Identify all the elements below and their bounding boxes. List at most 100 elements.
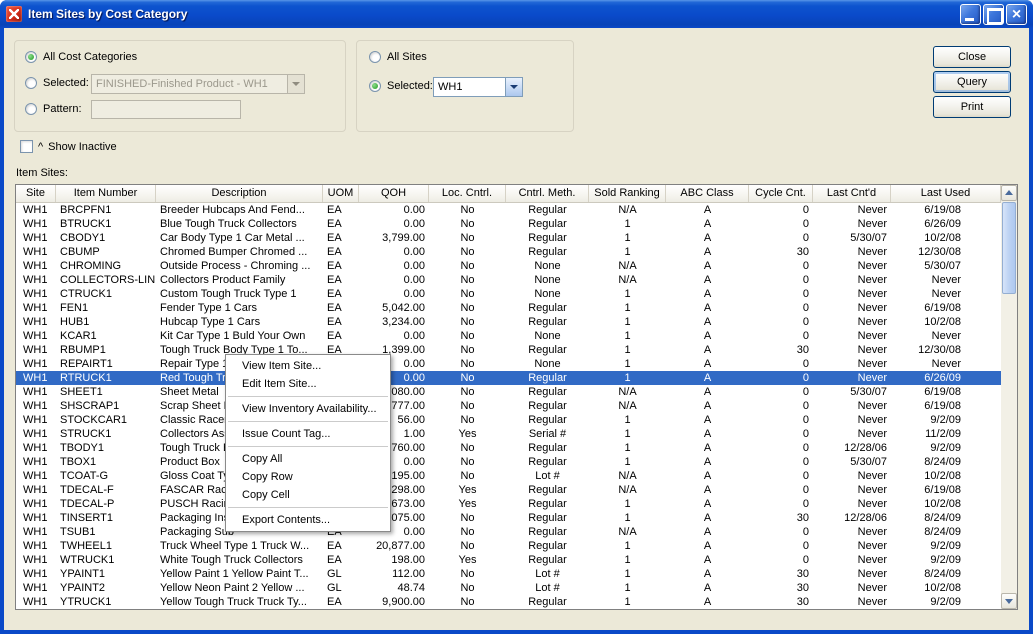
table-row[interactable]: WH1 YTRUCK1 Yellow Tough Truck Truck Ty.… <box>16 595 1001 609</box>
column-header[interactable]: Description <box>156 185 323 202</box>
scrollbar-thumb[interactable] <box>1002 202 1016 294</box>
maximize-icon[interactable] <box>983 4 1004 25</box>
table-row[interactable]: WH1 TDECAL-P PUSCH Racing Decals EA 7,67… <box>16 497 1001 511</box>
table-row[interactable]: WH1 TBOX1 Product Box EA 0.00 No Regular… <box>16 455 1001 469</box>
table-row[interactable]: WH1 STOCKCAR1 Classic Racer EA 56.00 No … <box>16 413 1001 427</box>
column-header[interactable]: Cntrl. Meth. <box>506 185 589 202</box>
column-header[interactable]: Last Used <box>891 185 1001 202</box>
cell-last-cntd: Never <box>813 399 891 413</box>
site-select[interactable]: WH1 <box>433 77 523 97</box>
radio-all-sites[interactable]: All Sites <box>369 51 427 63</box>
table-row[interactable]: WH1 SHEET1 Sheet Metal EA 1,080.00 No Re… <box>16 385 1001 399</box>
table-row[interactable]: WH1 TINSERT1 Packaging Insert EA 10,075.… <box>16 511 1001 525</box>
table-row[interactable]: WH1 RBUMP1 Tough Truck Body Type 1 To...… <box>16 343 1001 357</box>
table-row[interactable]: WH1 TWHEEL1 Truck Wheel Type 1 Truck W..… <box>16 539 1001 553</box>
cell-abc-class: A <box>666 553 749 567</box>
column-header[interactable]: Cycle Cnt. <box>749 185 813 202</box>
cell-cntrl-meth: Regular <box>506 455 589 469</box>
column-header[interactable]: QOH <box>359 185 429 202</box>
cell-sold-ranking: N/A <box>589 259 666 273</box>
table-row[interactable]: WH1 YPAINT1 Yellow Paint 1 Yellow Paint … <box>16 567 1001 581</box>
table-row[interactable]: WH1 TCOAT-G Gloss Coat Type 1 EA 195.00 … <box>16 469 1001 483</box>
context-menu-item[interactable]: View Item Site... <box>226 357 390 375</box>
cell-loc-cntrl: Yes <box>429 553 506 567</box>
table-row[interactable]: WH1 COLLECTORS-LINE Collectors Product F… <box>16 273 1001 287</box>
table-row[interactable]: WH1 TBODY1 Tough Truck Body Type 1 EA 7,… <box>16 441 1001 455</box>
print-button[interactable]: Print <box>933 96 1011 118</box>
column-header[interactable]: Item Number <box>56 185 156 202</box>
radio-all-cost-categories[interactable]: All Cost Categories <box>25 51 137 63</box>
radio-icon[interactable] <box>369 80 381 92</box>
column-header[interactable]: Last Cnt'd <box>813 185 891 202</box>
scroll-up-icon[interactable] <box>1001 185 1017 201</box>
cell-sold-ranking: 1 <box>589 301 666 315</box>
column-header[interactable]: UOM <box>323 185 359 202</box>
scroll-down-icon[interactable] <box>1001 593 1017 609</box>
close-icon[interactable] <box>1006 4 1027 25</box>
cell-abc-class: A <box>666 497 749 511</box>
query-button[interactable]: Query <box>933 71 1011 93</box>
pattern-label: Pattern: <box>43 103 82 115</box>
table-row[interactable]: WH1 BTRUCK1 Blue Tough Truck Collectors … <box>16 217 1001 231</box>
radio-cost-category-pattern[interactable]: Pattern: <box>25 103 82 115</box>
close-button[interactable]: Close <box>933 46 1011 68</box>
table-row[interactable]: WH1 BRCPFN1 Breeder Hubcaps And Fend... … <box>16 203 1001 217</box>
table-row[interactable]: WH1 CHROMING Outside Process - Chroming … <box>16 259 1001 273</box>
context-menu-item[interactable]: Copy Cell <box>226 486 390 504</box>
cell-last-used: 8/24/09 <box>891 525 1001 539</box>
cell-sold-ranking: 1 <box>589 231 666 245</box>
cell-sold-ranking: N/A <box>589 399 666 413</box>
cell-abc-class: A <box>666 259 749 273</box>
column-header[interactable]: Site <box>16 185 56 202</box>
cell-site: WH1 <box>16 217 56 231</box>
radio-icon[interactable] <box>25 51 37 63</box>
table-row[interactable]: WH1 HUB1 Hubcap Type 1 Cars EA 3,234.00 … <box>16 315 1001 329</box>
table-row[interactable]: WH1 FEN1 Fender Type 1 Cars EA 5,042.00 … <box>16 301 1001 315</box>
cell-qoh: 0.00 <box>359 273 429 287</box>
table-row[interactable]: WH1 CBUMP Chromed Bumper Chromed ... EA … <box>16 245 1001 259</box>
cell-site: WH1 <box>16 231 56 245</box>
table-row[interactable]: WH1 KCAR1 Kit Car Type 1 Buld Your Own E… <box>16 329 1001 343</box>
cell-abc-class: A <box>666 511 749 525</box>
radio-sites-selected[interactable]: Selected: <box>369 80 433 92</box>
cell-uom: EA <box>323 287 359 301</box>
context-menu-item[interactable]: Edit Item Site... <box>226 375 390 393</box>
table-row[interactable]: WH1 TSUB1 Packaging Sub EA 0.00 No Regul… <box>16 525 1001 539</box>
cell-uom: EA <box>323 231 359 245</box>
table-row[interactable]: WH1 STRUCK1 Collectors Asst Truck EA 1.0… <box>16 427 1001 441</box>
table-row[interactable]: WH1 CBODY1 Car Body Type 1 Car Metal ...… <box>16 231 1001 245</box>
cell-item-number: YPAINT2 <box>56 581 156 595</box>
table-row[interactable]: WH1 CTRUCK1 Custom Tough Truck Type 1 EA… <box>16 287 1001 301</box>
cell-last-used: 6/26/09 <box>891 371 1001 385</box>
column-header[interactable]: ABC Class <box>666 185 749 202</box>
context-menu-item[interactable]: Copy Row <box>226 468 390 486</box>
cell-cycle-cnt: 0 <box>749 427 813 441</box>
table-row[interactable]: WH1 YPAINT2 Yellow Neon Paint 2 Yellow .… <box>16 581 1001 595</box>
cell-uom: EA <box>323 259 359 273</box>
cell-qoh: 198.00 <box>359 553 429 567</box>
context-menu-item[interactable]: View Inventory Availability... <box>226 400 390 418</box>
context-menu-item[interactable]: Copy All <box>226 450 390 468</box>
cell-loc-cntrl: No <box>429 343 506 357</box>
radio-icon[interactable] <box>369 51 381 63</box>
table-row[interactable]: WH1 WTRUCK1 White Tough Truck Collectors… <box>16 553 1001 567</box>
table-row[interactable]: WH1 REPAIRT1 Repair Type 1 Truck EA 0.00… <box>16 357 1001 371</box>
minimize-icon[interactable] <box>960 4 981 25</box>
radio-icon[interactable] <box>25 77 37 89</box>
radio-cost-category-selected[interactable]: Selected: <box>25 77 89 89</box>
context-menu-item[interactable]: Issue Count Tag... <box>226 425 390 443</box>
chevron-down-icon[interactable] <box>505 78 522 96</box>
app-icon <box>6 6 22 22</box>
table-row[interactable]: WH1 SHSCRAP1 Scrap Sheet Metal EA 8,777.… <box>16 399 1001 413</box>
column-header[interactable]: Sold Ranking <box>589 185 666 202</box>
column-header[interactable]: Loc. Cntrl. <box>429 185 506 202</box>
show-inactive-row[interactable]: Show Inactive <box>20 140 117 153</box>
title-bar[interactable]: Item Sites by Cost Category <box>0 0 1033 28</box>
vertical-scrollbar[interactable] <box>1001 185 1017 609</box>
cell-loc-cntrl: No <box>429 315 506 329</box>
show-inactive-checkbox[interactable] <box>20 140 33 153</box>
table-row[interactable]: WH1 RTRUCK1 Red Tough Truck Collectors E… <box>16 371 1001 385</box>
context-menu-item[interactable]: Export Contents... <box>226 511 390 529</box>
radio-icon[interactable] <box>25 103 37 115</box>
table-row[interactable]: WH1 TDECAL-F FASCAR Racing Decals EA 9,2… <box>16 483 1001 497</box>
